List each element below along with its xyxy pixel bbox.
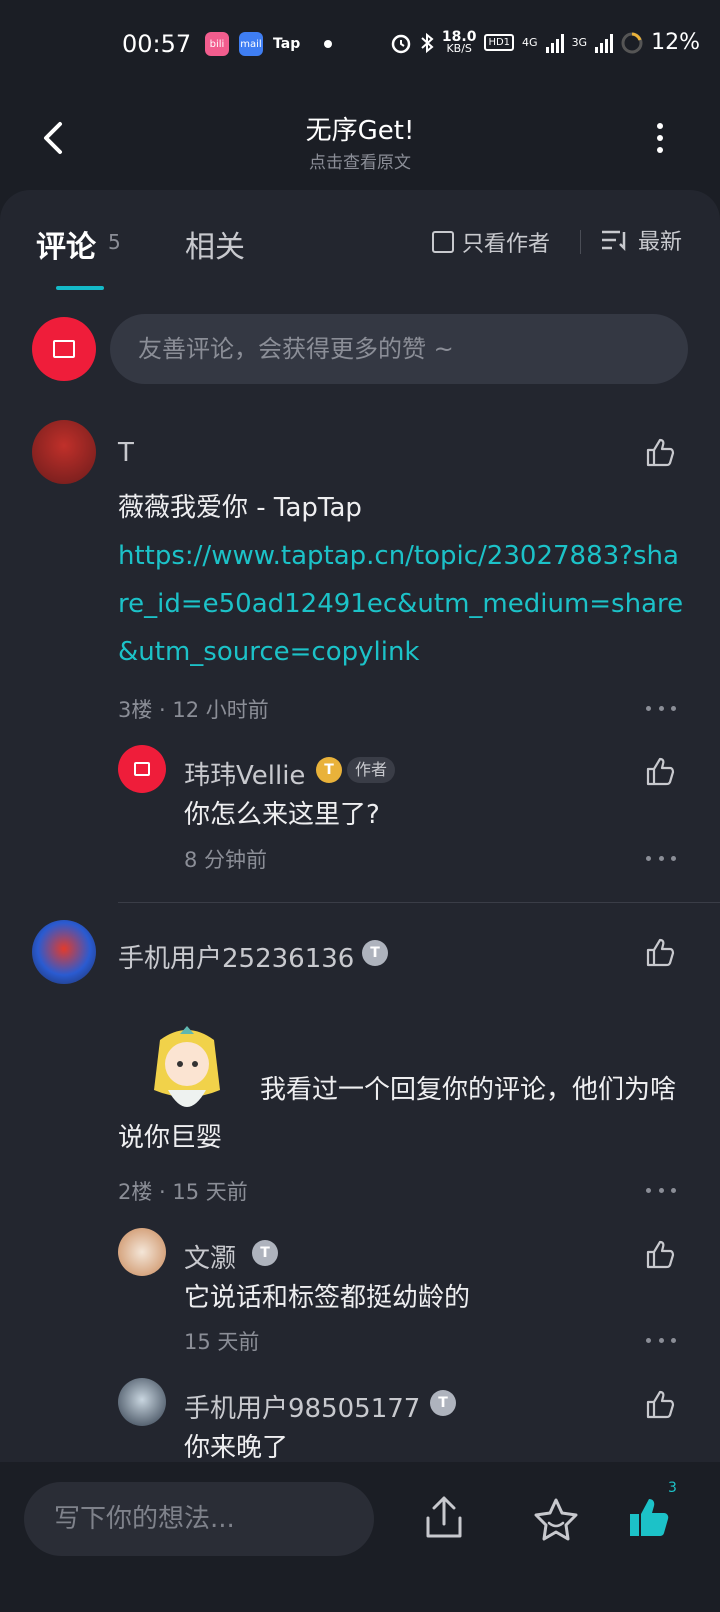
reply-text: 它说话和标签都挺幼龄的 — [184, 1283, 471, 1313]
active-tab-indicator — [56, 286, 104, 290]
bilibili-icon: bili — [205, 32, 229, 56]
level-badge-icon: T — [362, 940, 388, 966]
level-badge-icon: T — [316, 757, 342, 783]
comments-count: 5 — [108, 230, 121, 254]
reply-text: 你怎么来这里了? — [184, 800, 380, 830]
tab-bar: 评论 5 相关 只看作者 最新 — [0, 190, 720, 290]
more-options-icon[interactable] — [648, 118, 672, 158]
author-only-toggle[interactable]: 只看作者 — [432, 226, 550, 258]
divider — [580, 230, 581, 254]
comment-more-icon[interactable] — [646, 703, 676, 713]
sort-label: 最新 — [638, 230, 683, 255]
sort-icon — [602, 230, 626, 252]
like-icon[interactable] — [644, 936, 676, 968]
avatar[interactable] — [118, 745, 166, 793]
network-4g-label: 4G — [522, 36, 538, 49]
avatar[interactable] — [118, 1228, 166, 1276]
reply-author[interactable]: 手机用户98505177 — [184, 1388, 420, 1425]
like-icon[interactable] — [644, 436, 676, 468]
comment-meta: 3楼 · 12 小时前 — [118, 698, 269, 722]
comment-text: 薇薇我爱你 - TapTap — [118, 493, 362, 523]
comment-author[interactable]: T — [118, 438, 134, 468]
comments-panel: 评论 5 相关 只看作者 最新 T 薇薇我爱你 - TapTap https:/… — [0, 190, 720, 1612]
status-bar: 00:57 bili mail Tap 18.0 KB/S HD1 4G 3G 1… — [0, 0, 720, 90]
tab-comments[interactable]: 评论 — [36, 222, 96, 266]
avatar[interactable] — [32, 920, 96, 984]
reply-author[interactable]: 文灏 — [184, 1238, 236, 1275]
header: 无序Get! 点击查看原文 — [0, 90, 720, 190]
level-badge-icon: T — [430, 1390, 456, 1416]
bluetooth-icon — [421, 32, 434, 53]
level-badge-icon: T — [252, 1240, 278, 1266]
reply-time: 15 天前 — [184, 1330, 260, 1354]
like-filled-icon[interactable] — [626, 1494, 672, 1540]
share-icon[interactable] — [422, 1494, 466, 1542]
sort-button[interactable]: 最新 — [600, 224, 682, 256]
like-count: 3 — [668, 1480, 677, 1496]
system-icons: 18.0 KB/S HD1 4G 3G 12% — [390, 30, 700, 55]
avatar[interactable] — [32, 420, 96, 484]
network-3g-label: 3G — [571, 36, 588, 49]
comment-more-icon[interactable] — [646, 1185, 676, 1195]
avatar[interactable] — [118, 1378, 166, 1426]
reply-more-icon[interactable] — [646, 853, 676, 863]
bottom-comment-input[interactable] — [24, 1482, 374, 1556]
view-original-link[interactable]: 点击查看原文 — [0, 148, 720, 173]
like-icon[interactable] — [644, 755, 676, 787]
comment-composer — [32, 314, 688, 384]
reply-more-icon[interactable] — [646, 1335, 676, 1345]
notification-icons: bili mail Tap — [205, 32, 333, 56]
reply-time: 8 分钟前 — [184, 848, 268, 872]
alarm-icon — [391, 34, 411, 53]
battery-percent: 12% — [651, 30, 700, 55]
comment-text: 我看过一个回复你的评论，他们为啥说你巨婴 — [118, 1075, 677, 1153]
favorite-star-icon[interactable] — [532, 1496, 580, 1544]
more-notifications-dot — [324, 40, 333, 48]
like-icon[interactable] — [644, 1238, 676, 1270]
clock: 00:57 — [122, 30, 192, 58]
comment-link[interactable]: https://www.taptap.cn/topic/23027883?sha… — [118, 532, 688, 676]
my-avatar — [32, 317, 96, 381]
page-title: 无序Get! — [305, 116, 415, 146]
net-speed: 18.0 KB/S — [441, 28, 477, 55]
comment-input[interactable] — [110, 314, 688, 384]
comment-author[interactable]: 手机用户25236136 — [118, 938, 354, 975]
author-tag: 作者 — [347, 757, 396, 783]
tab-related[interactable]: 相关 — [185, 222, 245, 266]
signal-icon-2 — [595, 33, 614, 53]
mail-icon: mail — [239, 32, 263, 56]
bottom-bar: 3 — [0, 1462, 720, 1612]
like-icon[interactable] — [644, 1388, 676, 1420]
comment-meta: 2楼 · 15 天前 — [118, 1180, 248, 1204]
author-only-checkbox[interactable] — [432, 231, 454, 253]
reply-author[interactable]: 玮玮Vellie — [184, 755, 305, 792]
hd-icon: HD1 — [484, 34, 515, 51]
battery-icon — [621, 32, 643, 53]
taptap-icon: Tap — [273, 36, 301, 52]
comment-divider — [118, 902, 720, 903]
signal-icon — [545, 33, 564, 53]
author-only-label: 只看作者 — [462, 232, 551, 257]
